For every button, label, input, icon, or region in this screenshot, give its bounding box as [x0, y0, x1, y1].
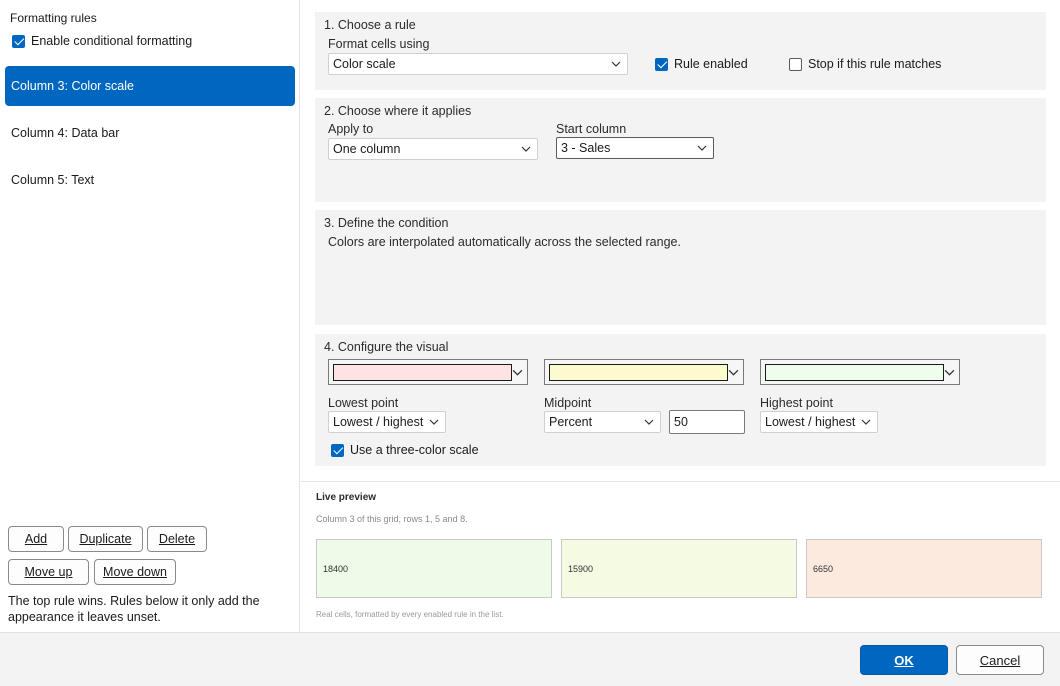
section-define-condition: 3. Define the condition Colors are inter… [315, 210, 1046, 325]
chevron-down-icon [611, 61, 621, 67]
condition-description: Colors are interpolated automatically ac… [328, 235, 681, 249]
lowest-color-picker[interactable] [328, 359, 528, 385]
preview-cell: 6650 [806, 539, 1042, 598]
checkbox-checked-icon [12, 34, 25, 48]
rules-header: Formatting rules [10, 11, 97, 25]
lowest-point-dropdown[interactable]: Lowest / highest [328, 411, 446, 433]
preview-cell-value: 6650 [813, 563, 834, 574]
start-column-dropdown[interactable]: 3 - Sales [556, 137, 714, 159]
stop-if-matches-label: Stop if this rule matches [808, 57, 942, 71]
format-cells-dropdown[interactable]: Color scale [328, 53, 628, 75]
lowest-point-value: Lowest / highest [333, 415, 424, 429]
rule-editor: 1. Choose a rule Format cells using Colo… [301, 0, 1060, 632]
delete-button[interactable]: Delete [147, 526, 207, 552]
live-preview: Live preview Column 3 of this grid, rows… [301, 481, 1060, 632]
format-cells-label: Format cells using [328, 37, 430, 51]
cancel-button[interactable]: Cancel [956, 645, 1044, 675]
stop-if-matches-checkbox[interactable]: Stop if this rule matches [789, 57, 941, 71]
section-title: 3. Define the condition [324, 216, 449, 230]
lowest-color-swatch [333, 364, 512, 381]
format-cells-value: Color scale [333, 57, 396, 71]
lowest-point-label: Lowest point [328, 396, 399, 410]
chevron-down-icon [521, 146, 531, 152]
enable-formatting-checkbox[interactable]: Enable conditional formatting [12, 34, 192, 48]
ok-button[interactable]: OK [860, 645, 948, 675]
preview-cell-value: 15900 [568, 563, 594, 574]
start-column-value: 3 - Sales [561, 141, 611, 155]
rules-help-text: The top rule wins. Rules below it only a… [8, 594, 260, 624]
section-title: 4. Configure the visual [324, 340, 449, 354]
start-column-label: Start column [556, 122, 627, 136]
rule-item-color-scale[interactable]: Column 3: Color scale [5, 66, 295, 106]
section-choose-where: 2. Choose where it applies Apply to One … [315, 98, 1046, 202]
highest-point-label: Highest point [760, 396, 833, 410]
rule-item-label: Column 5: Text [11, 173, 95, 187]
rule-item-data-bar[interactable]: Column 4: Data bar [5, 113, 295, 153]
apply-to-dropdown[interactable]: One column [328, 138, 538, 160]
chevron-down-icon [512, 369, 523, 376]
midpoint-color-picker[interactable] [544, 359, 744, 385]
chevron-down-icon [944, 369, 955, 376]
apply-to-label: Apply to [328, 122, 374, 136]
chevron-down-icon [644, 419, 654, 425]
midpoint-type-dropdown[interactable]: Percent [544, 411, 661, 433]
section-title: 2. Choose where it applies [324, 104, 472, 118]
preview-subtitle: Column 3 of this grid, rows 1, 5 and 8. [316, 514, 468, 524]
midpoint-color-swatch [549, 364, 728, 381]
enable-formatting-label: Enable conditional formatting [31, 34, 193, 48]
section-choose-rule: 1. Choose a rule Format cells using Colo… [315, 12, 1046, 90]
chevron-down-icon [429, 419, 439, 425]
rule-enabled-label: Rule enabled [674, 57, 748, 71]
apply-to-value: One column [333, 142, 401, 156]
midpoint-value-input[interactable]: 50 [669, 410, 745, 434]
duplicate-button[interactable]: Duplicate [68, 526, 143, 552]
chevron-down-icon [697, 145, 707, 151]
move-down-button[interactable]: Move down [94, 559, 176, 585]
preview-cell: 15900 [561, 539, 797, 598]
preview-cell-value: 18400 [323, 563, 349, 574]
highest-color-picker[interactable] [760, 359, 960, 385]
three-color-scale-checkbox[interactable]: Use a three-color scale [331, 443, 479, 457]
preview-cell: 18400 [316, 539, 552, 598]
add-button[interactable]: Add [8, 526, 64, 552]
rule-item-text[interactable]: Column 5: Text [5, 160, 295, 200]
checkbox-unchecked-icon [789, 57, 802, 71]
highest-color-swatch [765, 364, 944, 381]
rules-panel: Formatting rules Enable conditional form… [0, 0, 300, 632]
highest-point-value: Lowest / highest [765, 415, 856, 429]
highest-point-dropdown[interactable]: Lowest / highest [760, 411, 878, 433]
chevron-down-icon [728, 369, 739, 376]
preview-title: Live preview [316, 492, 377, 503]
checkbox-checked-icon [655, 57, 668, 71]
checkbox-checked-icon [331, 443, 344, 457]
rule-enabled-checkbox[interactable]: Rule enabled [655, 57, 748, 71]
section-title: 1. Choose a rule [324, 18, 416, 32]
midpoint-type-value: Percent [549, 415, 593, 429]
section-configure-visual: 4. Configure the visual Lowest point Low… [315, 334, 1046, 466]
midpoint-label: Midpoint [544, 396, 592, 410]
move-up-button[interactable]: Move up [8, 559, 89, 585]
chevron-down-icon [861, 419, 871, 425]
rule-item-label: Column 4: Data bar [11, 126, 120, 140]
rule-item-label: Column 3: Color scale [11, 79, 134, 93]
dialog-footer: OK Cancel [0, 632, 1060, 686]
preview-footnote: Real cells, formatted by every enabled r… [316, 610, 504, 619]
three-color-scale-label: Use a three-color scale [350, 443, 479, 457]
